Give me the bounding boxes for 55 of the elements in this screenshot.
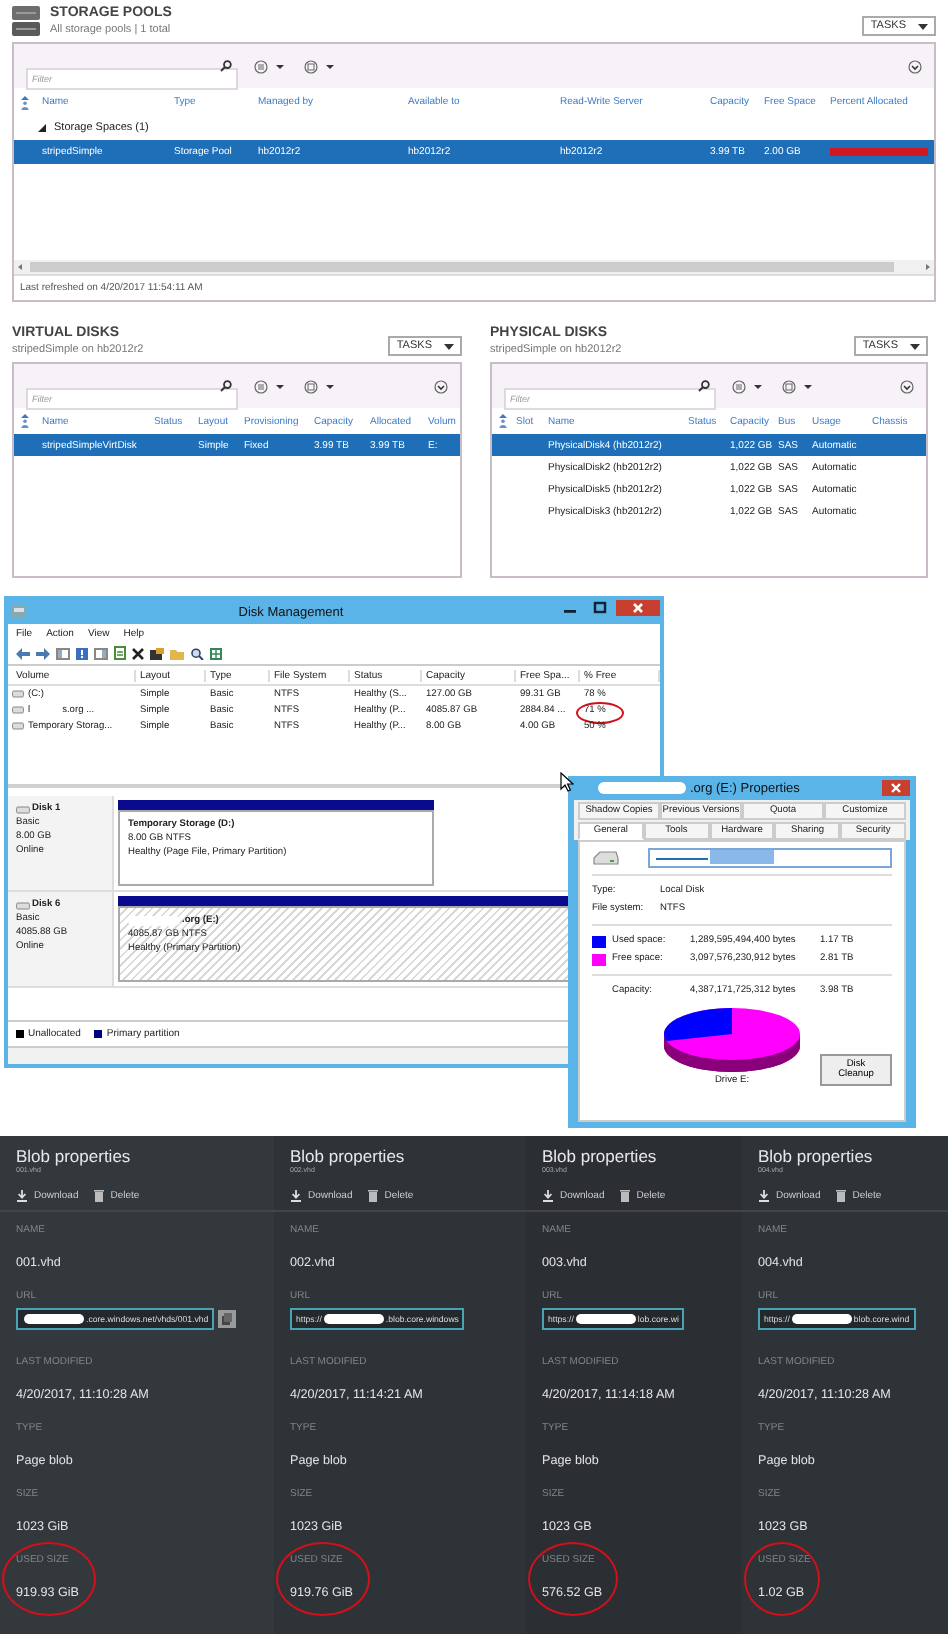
search-icon <box>220 60 232 72</box>
panel-icon[interactable] <box>94 647 108 659</box>
expand-icon[interactable] <box>908 59 922 73</box>
group-options-icon[interactable] <box>782 379 816 393</box>
collapse-triangle-icon[interactable] <box>38 124 46 132</box>
caret-icon <box>918 23 928 29</box>
panel-title: Blob properties <box>290 1146 407 1166</box>
search-icon[interactable] <box>190 647 204 659</box>
group-options-icon[interactable] <box>304 379 338 393</box>
trash-icon <box>620 1190 631 1202</box>
panel-title: Blob properties <box>16 1146 133 1166</box>
expand-icon[interactable] <box>900 379 914 393</box>
list-options-icon[interactable] <box>732 379 766 393</box>
redaction-mark <box>24 1314 84 1324</box>
list-options-icon[interactable] <box>254 379 288 393</box>
sort-icon[interactable] <box>20 414 30 428</box>
app-icon <box>12 606 26 618</box>
caret-icon <box>444 343 454 349</box>
search-icon <box>220 380 232 392</box>
back-arrow-icon[interactable] <box>16 647 30 659</box>
search-icon <box>698 380 710 392</box>
download-icon <box>290 1190 302 1202</box>
properties-icon[interactable] <box>150 647 164 659</box>
group-options-icon[interactable] <box>304 59 338 73</box>
document-icon[interactable] <box>114 646 126 660</box>
expand-icon[interactable] <box>434 379 448 393</box>
copy-icon[interactable] <box>218 1310 237 1328</box>
trash-icon <box>94 1190 105 1202</box>
redaction-mark <box>791 1314 852 1324</box>
download-icon <box>542 1190 554 1202</box>
forward-arrow-icon[interactable] <box>36 647 50 659</box>
drive-icon <box>592 850 620 866</box>
storage-icon <box>12 6 40 38</box>
redaction-mark <box>598 782 686 794</box>
close-icon[interactable] <box>616 600 660 616</box>
trash-icon <box>368 1190 379 1202</box>
grid-icon[interactable] <box>210 647 222 659</box>
panel-icon[interactable] <box>56 647 70 659</box>
redaction-mark <box>323 1314 384 1324</box>
panel-title: Blob properties <box>542 1146 659 1166</box>
horizontal-scrollbar[interactable] <box>14 260 934 274</box>
download-icon <box>16 1190 28 1202</box>
delete-icon[interactable] <box>132 647 144 659</box>
close-icon[interactable] <box>882 780 910 796</box>
help-icon[interactable] <box>76 647 88 659</box>
panel-title: Blob properties <box>758 1146 875 1166</box>
redaction-mark <box>575 1314 636 1324</box>
name-field[interactable] <box>648 848 892 868</box>
trash-icon <box>836 1190 847 1202</box>
pie-chart-drawing <box>660 1002 804 1074</box>
download-icon <box>758 1190 770 1202</box>
caret-icon <box>910 343 920 349</box>
sort-icon[interactable] <box>498 414 508 428</box>
sort-icon[interactable] <box>20 95 30 109</box>
list-options-icon[interactable] <box>254 59 288 73</box>
